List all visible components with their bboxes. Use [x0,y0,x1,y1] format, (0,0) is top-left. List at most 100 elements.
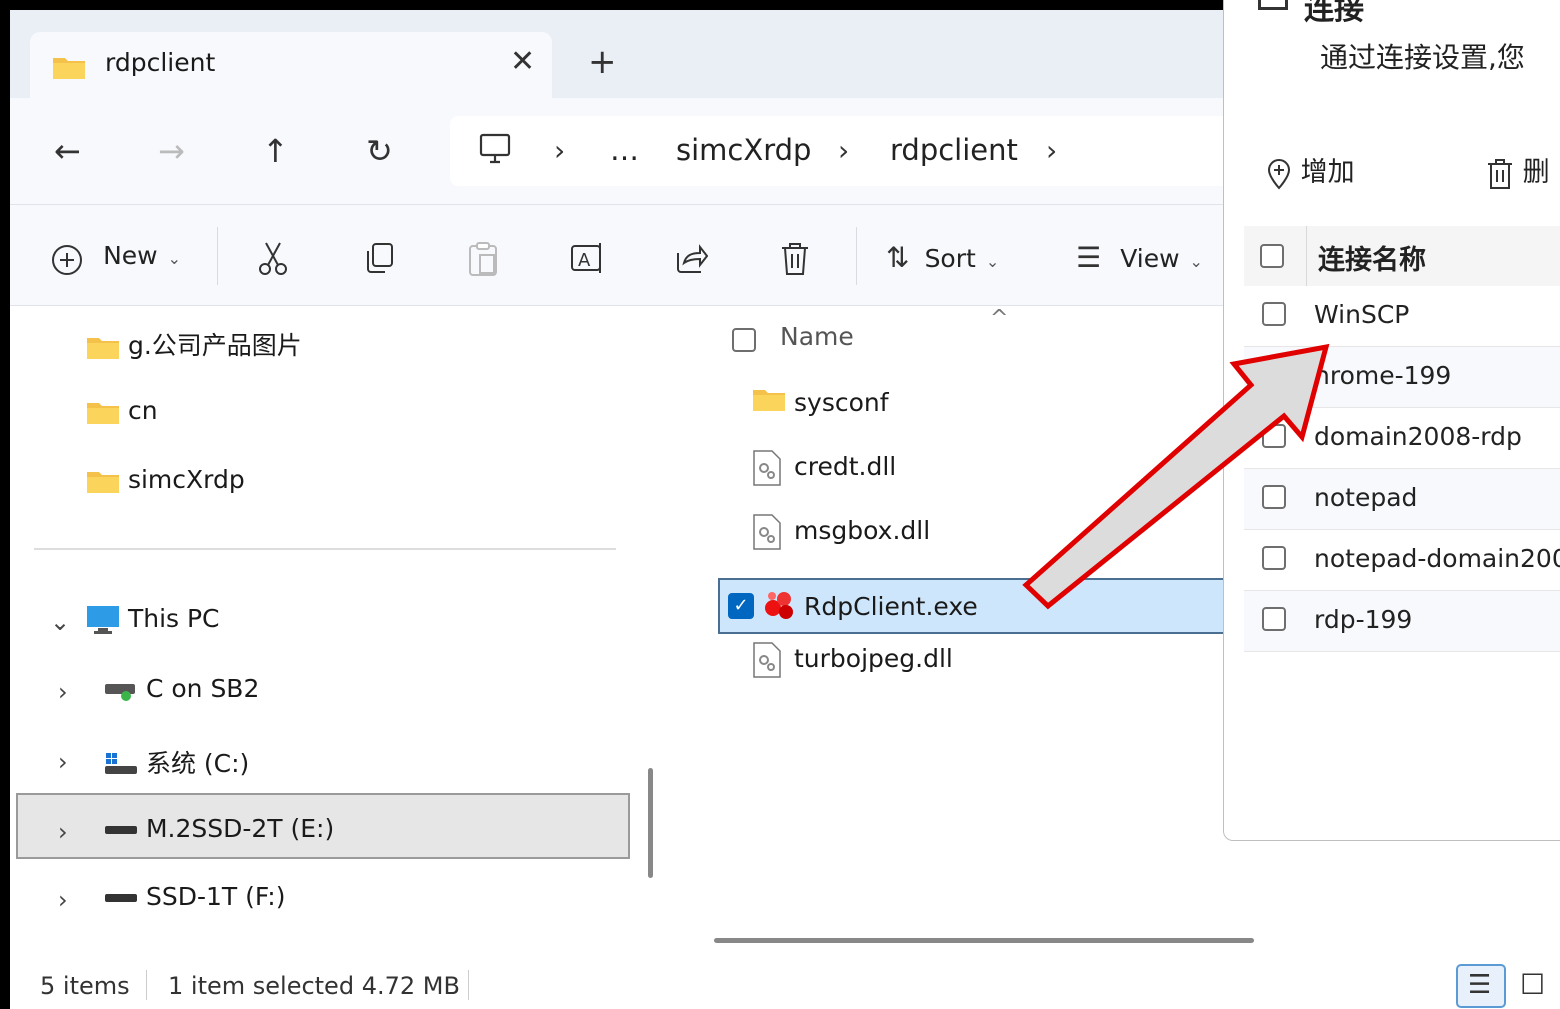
refresh-icon[interactable]: ↻ [366,132,393,170]
chevron-right-icon[interactable]: › [1046,134,1057,167]
select-all-checkbox[interactable] [732,328,756,352]
delete-connection-button[interactable]: 删 [1486,150,1550,190]
nav-item-drive[interactable]: SSD-1T (F:) [104,882,285,922]
sort-label: Sort [924,244,976,273]
computer-icon[interactable] [478,132,512,170]
back-icon[interactable]: ← [54,132,81,170]
network-drive-icon [105,684,135,701]
row-checkbox[interactable] [1262,363,1286,387]
sort-ascending-icon: ^ [990,306,1009,331]
row-checkbox[interactable] [1262,546,1286,570]
select-all-checkbox[interactable] [1260,244,1284,268]
file-row[interactable]: msgbox.dll [718,504,1238,560]
chevron-down-icon[interactable]: ⌄ [50,608,70,636]
navigation-pane: g.公司产品图片 cn simcXrdp ⌄ This PC › C on SB… [10,306,650,956]
nav-item-label: g.公司产品图片 [127,331,302,360]
connection-row[interactable]: domain2008-rdp [1244,408,1560,469]
rdpclient-app-icon [765,592,793,619]
rename-icon[interactable]: A [570,241,608,275]
connection-row[interactable]: notepad-domain2008 [1244,530,1560,591]
folder-icon [753,390,785,411]
view-button[interactable]: ☰ View ⌄ [1076,241,1203,274]
share-icon[interactable] [674,241,708,275]
folder-icon [87,472,119,493]
file-name: msgbox.dll [794,516,931,545]
column-name[interactable]: Name [780,322,854,351]
nav-item-label: SSD-1T (F:) [145,882,286,911]
row-checkbox[interactable] [1262,424,1286,448]
tiles-view-icon[interactable]: ☐ [1520,968,1545,1001]
view-label: View [1120,244,1180,273]
nav-divider [34,548,616,550]
nav-item-folder[interactable]: simcXrdp [86,465,245,505]
tab-title: rdpclient [105,48,216,77]
chevron-right-icon[interactable]: › [58,818,68,846]
nav-item-folder[interactable]: cn [86,396,158,436]
nav-item-drive[interactable]: C on SB2 [104,674,259,714]
nav-item-label: 系统 (C:) [145,749,250,778]
horizontal-scrollbar[interactable] [714,938,1254,943]
connection-dialog: 连接 通过连接设置,您 增加 删 连接名称 WinSCP hrome-199 d… [1223,0,1560,841]
paste-icon[interactable] [466,241,500,277]
copy-icon[interactable] [362,241,396,275]
nav-item-label: M.2SSD-2T (E:) [145,814,335,843]
sort-icon: ⇅ [886,241,910,274]
forward-icon[interactable]: → [158,132,185,170]
dll-file-icon [753,514,781,550]
breadcrumb-ellipsis[interactable]: … [610,133,639,167]
connection-row[interactable]: hrome-199 [1244,347,1560,408]
chevron-right-icon[interactable]: › [58,886,68,914]
separator [468,970,469,1000]
connection-row[interactable]: WinSCP [1244,286,1560,347]
file-row[interactable]: turbojpeg.dll [718,632,1238,688]
file-checkbox-checked[interactable]: ✓ [728,593,754,619]
folder-icon [52,54,86,84]
address-bar[interactable]: › … simcXrdp › rdpclient › [450,116,1250,186]
connection-row[interactable]: rdp-199 [1244,591,1560,652]
file-row[interactable]: credt.dll [718,440,1238,496]
file-name: credt.dll [794,452,897,481]
sort-button[interactable]: ⇅ Sort ⌄ [886,241,999,274]
chevron-right-icon[interactable]: › [58,678,68,706]
details-view-button[interactable]: ☰ [1456,964,1506,1008]
column-connection-name[interactable]: 连接名称 [1318,238,1426,277]
nav-scrollbar[interactable] [648,768,653,878]
new-button[interactable]: New ⌄ [50,241,181,277]
nav-item-this-pc[interactable]: This PC [86,604,220,644]
row-checkbox[interactable] [1262,607,1286,631]
connection-name: notepad-domain2008 [1314,544,1560,573]
tab-rdpclient[interactable]: rdpclient ✕ [30,32,552,98]
view-icon: ☰ [1076,241,1102,274]
file-name: RdpClient.exe [804,592,978,621]
file-list: Name ^ sysconf credt.dll msgbox.dll ✓ Rd… [678,306,1238,956]
close-tab-icon[interactable]: ✕ [510,44,535,79]
dll-file-icon [753,450,781,486]
new-label: New [103,241,158,270]
row-checkbox[interactable] [1262,485,1286,509]
connection-row[interactable]: notepad [1244,469,1560,530]
row-checkbox[interactable] [1262,302,1286,326]
delete-label: 删 [1522,157,1550,188]
file-row[interactable]: sysconf [718,376,1238,432]
up-icon[interactable]: ↑ [262,132,289,170]
connection-name: notepad [1314,483,1418,512]
nav-item-folder[interactable]: g.公司产品图片 [86,326,302,366]
breadcrumb-rdpclient[interactable]: rdpclient [890,133,1018,167]
connection-table-header: 连接名称 [1244,226,1560,286]
chevron-right-icon[interactable]: › [554,134,565,167]
breadcrumb-simcxrdp[interactable]: simcXrdp [676,133,811,167]
file-row-selected[interactable]: ✓ RdpClient.exe [718,578,1238,634]
separator [217,227,218,285]
cut-icon[interactable] [256,241,290,277]
monitor-icon [87,606,119,634]
nav-item-drive-selected[interactable]: M.2SSD-2T (E:) [104,814,334,854]
add-connection-button[interactable]: 增加 [1266,150,1355,190]
chevron-right-icon[interactable]: › [838,134,849,167]
nav-item-drive[interactable]: 系统 (C:) [104,744,249,784]
drive-icon [105,826,137,834]
chevron-right-icon[interactable]: › [58,748,68,776]
delete-icon[interactable] [778,241,812,277]
selection-info: 1 item selected 4.72 MB [168,972,460,1000]
connection-name: domain2008-rdp [1314,422,1522,451]
new-tab-button[interactable]: + [588,42,617,82]
